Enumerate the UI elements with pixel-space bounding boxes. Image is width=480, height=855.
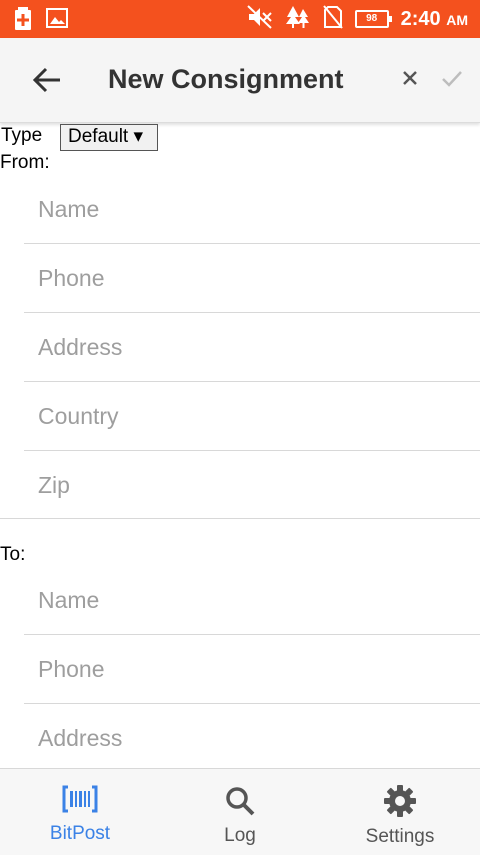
nav-label-settings: Settings xyxy=(365,826,435,847)
from-country-field xyxy=(24,382,480,451)
volume-off-icon xyxy=(246,4,273,34)
from-address-input[interactable] xyxy=(36,313,470,381)
nav-item-bitpost[interactable]: BitPost xyxy=(0,769,160,855)
no-sim-icon xyxy=(322,4,343,34)
search-icon xyxy=(225,786,255,821)
nav-label-log: Log xyxy=(224,825,256,846)
type-label: Type xyxy=(1,125,43,146)
nav-label-bitpost: BitPost xyxy=(49,823,111,844)
to-phone-input[interactable] xyxy=(36,635,470,703)
from-country-input[interactable] xyxy=(36,382,470,450)
from-name-input[interactable] xyxy=(36,175,470,243)
type-select[interactable]: Default ▾ xyxy=(60,124,158,151)
status-bar: 98 2:40 AM xyxy=(0,0,480,38)
clock: 2:40 AM xyxy=(401,8,468,31)
to-phone-field xyxy=(24,635,480,704)
to-address-input[interactable] xyxy=(36,704,470,772)
to-address-field xyxy=(24,704,480,772)
to-name-field xyxy=(24,566,480,635)
confirm-button[interactable] xyxy=(438,64,466,92)
from-name-field xyxy=(24,175,480,244)
barcode-icon xyxy=(62,785,98,818)
app-bar: New Consignment xyxy=(0,38,480,123)
close-icon xyxy=(403,71,417,85)
clock-time: 2:40 xyxy=(400,7,441,30)
from-label: From: xyxy=(0,152,50,173)
bottom-navigation: BitPost Log Settings xyxy=(0,768,480,855)
section-divider xyxy=(0,518,480,519)
from-address-field xyxy=(24,313,480,382)
to-name-input[interactable] xyxy=(36,566,470,634)
from-zip-field xyxy=(24,451,480,519)
battery-saver-icon xyxy=(14,7,32,36)
trees-icon xyxy=(285,5,311,34)
cancel-button[interactable] xyxy=(396,64,424,92)
back-button[interactable] xyxy=(30,60,66,100)
battery-icon: 98 xyxy=(354,10,392,28)
from-zip-input[interactable] xyxy=(36,451,470,519)
nav-item-settings[interactable]: Settings xyxy=(320,769,480,855)
from-phone-input[interactable] xyxy=(36,244,470,312)
to-label: To: xyxy=(0,544,26,565)
gear-icon xyxy=(383,784,417,823)
nav-item-log[interactable]: Log xyxy=(160,769,320,855)
image-icon xyxy=(46,7,68,36)
arrow-back-icon xyxy=(32,67,60,93)
page-title: New Consignment xyxy=(108,64,344,94)
clock-ampm: AM xyxy=(446,11,468,28)
check-icon xyxy=(442,71,462,87)
from-phone-field xyxy=(24,244,480,313)
